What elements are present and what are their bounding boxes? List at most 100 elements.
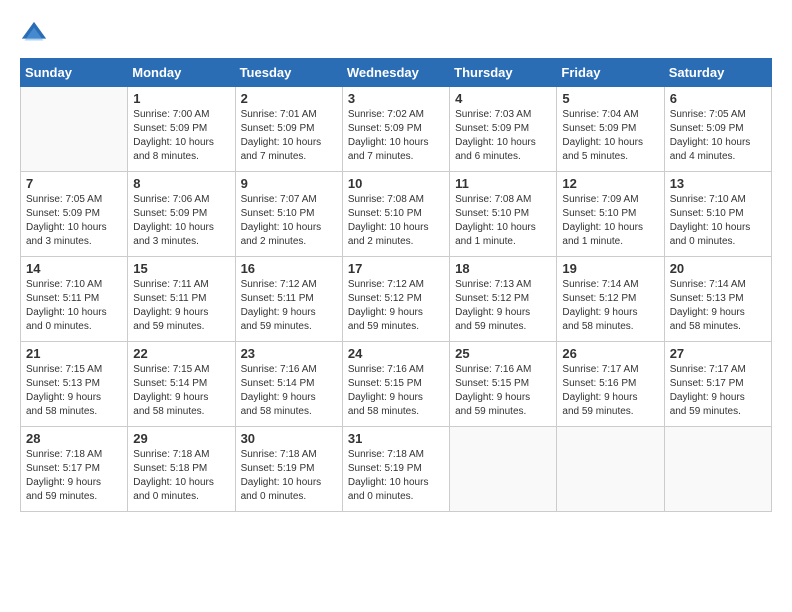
calendar-day-10: 10 Sunrise: 7:08 AM Sunset: 5:10 PM Dayli… bbox=[342, 172, 449, 257]
calendar-day-22: 22 Sunrise: 7:15 AM Sunset: 5:14 PM Dayli… bbox=[128, 342, 235, 427]
day-number: 18 bbox=[455, 261, 551, 276]
day-info: Sunrise: 7:16 AM Sunset: 5:15 PM Dayligh… bbox=[348, 363, 444, 419]
day-info: Sunrise: 7:14 AM Sunset: 5:13 PM Dayligh… bbox=[670, 278, 766, 334]
column-header-saturday: Saturday bbox=[664, 59, 771, 87]
column-header-thursday: Thursday bbox=[450, 59, 557, 87]
calendar-week-row: 21 Sunrise: 7:15 AM Sunset: 5:13 PM Dayli… bbox=[21, 342, 772, 427]
day-info: Sunrise: 7:15 AM Sunset: 5:13 PM Dayligh… bbox=[26, 363, 122, 419]
calendar-day-7: 7 Sunrise: 7:05 AM Sunset: 5:09 PM Daylig… bbox=[21, 172, 128, 257]
day-info: Sunrise: 7:16 AM Sunset: 5:14 PM Dayligh… bbox=[241, 363, 337, 419]
day-number: 31 bbox=[348, 431, 444, 446]
column-header-tuesday: Tuesday bbox=[235, 59, 342, 87]
day-number: 21 bbox=[26, 346, 122, 361]
day-info: Sunrise: 7:11 AM Sunset: 5:11 PM Dayligh… bbox=[133, 278, 229, 334]
day-number: 17 bbox=[348, 261, 444, 276]
column-header-monday: Monday bbox=[128, 59, 235, 87]
calendar-day-11: 11Sunrise: 7:08 AM Sunset: 5:10 PM Dayli… bbox=[450, 172, 557, 257]
calendar-empty-cell bbox=[664, 427, 771, 512]
day-number: 23 bbox=[241, 346, 337, 361]
calendar-day-25: 25 Sunrise: 7:16 AM Sunset: 5:15 PM Dayli… bbox=[450, 342, 557, 427]
day-info: Sunrise: 7:18 AM Sunset: 5:19 PM Dayligh… bbox=[241, 448, 337, 504]
day-number: 24 bbox=[348, 346, 444, 361]
calendar-day-29: 29 Sunrise: 7:18 AM Sunset: 5:18 PM Dayli… bbox=[128, 427, 235, 512]
calendar-day-20: 20Sunrise: 7:14 AM Sunset: 5:13 PM Dayli… bbox=[664, 257, 771, 342]
day-info: Sunrise: 7:18 AM Sunset: 5:18 PM Dayligh… bbox=[133, 448, 229, 504]
day-number: 9 bbox=[241, 176, 337, 191]
day-info: Sunrise: 7:18 AM Sunset: 5:19 PM Dayligh… bbox=[348, 448, 444, 504]
day-number: 26 bbox=[562, 346, 658, 361]
day-number: 27 bbox=[670, 346, 766, 361]
calendar-day-15: 15 Sunrise: 7:11 AM Sunset: 5:11 PM Dayli… bbox=[128, 257, 235, 342]
day-info: Sunrise: 7:17 AM Sunset: 5:16 PM Dayligh… bbox=[562, 363, 658, 419]
calendar-day-26: 26 Sunrise: 7:17 AM Sunset: 5:16 PM Dayli… bbox=[557, 342, 664, 427]
day-number: 13 bbox=[670, 176, 766, 191]
calendar-empty-cell bbox=[450, 427, 557, 512]
day-number: 29 bbox=[133, 431, 229, 446]
calendar-day-6: 6 Sunrise: 7:05 AM Sunset: 5:09 PM Daylig… bbox=[664, 87, 771, 172]
day-number: 7 bbox=[26, 176, 122, 191]
day-info: Sunrise: 7:17 AM Sunset: 5:17 PM Dayligh… bbox=[670, 363, 766, 419]
calendar-day-30: 30 Sunrise: 7:18 AM Sunset: 5:19 PM Dayli… bbox=[235, 427, 342, 512]
calendar-day-23: 23 Sunrise: 7:16 AM Sunset: 5:14 PM Dayli… bbox=[235, 342, 342, 427]
calendar-day-3: 3Sunrise: 7:02 AM Sunset: 5:09 PM Daylig… bbox=[342, 87, 449, 172]
day-info: Sunrise: 7:06 AM Sunset: 5:09 PM Dayligh… bbox=[133, 193, 229, 249]
day-number: 28 bbox=[26, 431, 122, 446]
calendar-day-27: 27 Sunrise: 7:17 AM Sunset: 5:17 PM Dayli… bbox=[664, 342, 771, 427]
day-info: Sunrise: 7:05 AM Sunset: 5:09 PM Dayligh… bbox=[26, 193, 122, 249]
calendar-week-row: 28Sunrise: 7:18 AM Sunset: 5:17 PM Dayli… bbox=[21, 427, 772, 512]
logo bbox=[20, 20, 52, 48]
day-number: 2 bbox=[241, 91, 337, 106]
day-info: Sunrise: 7:04 AM Sunset: 5:09 PM Dayligh… bbox=[562, 108, 658, 164]
day-info: Sunrise: 7:09 AM Sunset: 5:10 PM Dayligh… bbox=[562, 193, 658, 249]
logo-icon bbox=[20, 20, 48, 48]
calendar-day-24: 24 Sunrise: 7:16 AM Sunset: 5:15 PM Dayli… bbox=[342, 342, 449, 427]
column-header-sunday: Sunday bbox=[21, 59, 128, 87]
day-number: 22 bbox=[133, 346, 229, 361]
calendar-day-12: 12 Sunrise: 7:09 AM Sunset: 5:10 PM Dayli… bbox=[557, 172, 664, 257]
day-info: Sunrise: 7:05 AM Sunset: 5:09 PM Dayligh… bbox=[670, 108, 766, 164]
calendar-table: SundayMondayTuesdayWednesdayThursdayFrid… bbox=[20, 58, 772, 512]
day-info: Sunrise: 7:08 AM Sunset: 5:10 PM Dayligh… bbox=[348, 193, 444, 249]
calendar-day-2: 2 Sunrise: 7:01 AM Sunset: 5:09 PM Daylig… bbox=[235, 87, 342, 172]
day-number: 16 bbox=[241, 261, 337, 276]
calendar-day-13: 13Sunrise: 7:10 AM Sunset: 5:10 PM Dayli… bbox=[664, 172, 771, 257]
column-header-wednesday: Wednesday bbox=[342, 59, 449, 87]
day-info: Sunrise: 7:01 AM Sunset: 5:09 PM Dayligh… bbox=[241, 108, 337, 164]
calendar-day-17: 17 Sunrise: 7:12 AM Sunset: 5:12 PM Dayli… bbox=[342, 257, 449, 342]
calendar-day-28: 28Sunrise: 7:18 AM Sunset: 5:17 PM Dayli… bbox=[21, 427, 128, 512]
calendar-day-8: 8Sunrise: 7:06 AM Sunset: 5:09 PM Daylig… bbox=[128, 172, 235, 257]
day-number: 1 bbox=[133, 91, 229, 106]
page-header bbox=[20, 20, 772, 48]
day-number: 19 bbox=[562, 261, 658, 276]
calendar-week-row: 1Sunrise: 7:00 AM Sunset: 5:09 PM Daylig… bbox=[21, 87, 772, 172]
day-number: 25 bbox=[455, 346, 551, 361]
calendar-day-5: 5 Sunrise: 7:04 AM Sunset: 5:09 PM Daylig… bbox=[557, 87, 664, 172]
calendar-day-1: 1Sunrise: 7:00 AM Sunset: 5:09 PM Daylig… bbox=[128, 87, 235, 172]
day-info: Sunrise: 7:16 AM Sunset: 5:15 PM Dayligh… bbox=[455, 363, 551, 419]
calendar-day-14: 14Sunrise: 7:10 AM Sunset: 5:11 PM Dayli… bbox=[21, 257, 128, 342]
day-info: Sunrise: 7:12 AM Sunset: 5:12 PM Dayligh… bbox=[348, 278, 444, 334]
day-info: Sunrise: 7:10 AM Sunset: 5:11 PM Dayligh… bbox=[26, 278, 122, 334]
day-number: 15 bbox=[133, 261, 229, 276]
calendar-day-31: 31 Sunrise: 7:18 AM Sunset: 5:19 PM Dayli… bbox=[342, 427, 449, 512]
day-number: 5 bbox=[562, 91, 658, 106]
calendar-day-18: 18 Sunrise: 7:13 AM Sunset: 5:12 PM Dayli… bbox=[450, 257, 557, 342]
calendar-week-row: 7 Sunrise: 7:05 AM Sunset: 5:09 PM Daylig… bbox=[21, 172, 772, 257]
day-info: Sunrise: 7:08 AM Sunset: 5:10 PM Dayligh… bbox=[455, 193, 551, 249]
day-number: 6 bbox=[670, 91, 766, 106]
calendar-week-row: 14Sunrise: 7:10 AM Sunset: 5:11 PM Dayli… bbox=[21, 257, 772, 342]
calendar-day-19: 19 Sunrise: 7:14 AM Sunset: 5:12 PM Dayli… bbox=[557, 257, 664, 342]
day-info: Sunrise: 7:15 AM Sunset: 5:14 PM Dayligh… bbox=[133, 363, 229, 419]
calendar-day-4: 4 Sunrise: 7:03 AM Sunset: 5:09 PM Daylig… bbox=[450, 87, 557, 172]
calendar-day-9: 9Sunrise: 7:07 AM Sunset: 5:10 PM Daylig… bbox=[235, 172, 342, 257]
calendar-empty-cell bbox=[557, 427, 664, 512]
day-number: 10 bbox=[348, 176, 444, 191]
day-info: Sunrise: 7:13 AM Sunset: 5:12 PM Dayligh… bbox=[455, 278, 551, 334]
day-number: 30 bbox=[241, 431, 337, 446]
day-info: Sunrise: 7:14 AM Sunset: 5:12 PM Dayligh… bbox=[562, 278, 658, 334]
day-number: 12 bbox=[562, 176, 658, 191]
day-info: Sunrise: 7:03 AM Sunset: 5:09 PM Dayligh… bbox=[455, 108, 551, 164]
day-info: Sunrise: 7:02 AM Sunset: 5:09 PM Dayligh… bbox=[348, 108, 444, 164]
calendar-header-row: SundayMondayTuesdayWednesdayThursdayFrid… bbox=[21, 59, 772, 87]
day-number: 4 bbox=[455, 91, 551, 106]
